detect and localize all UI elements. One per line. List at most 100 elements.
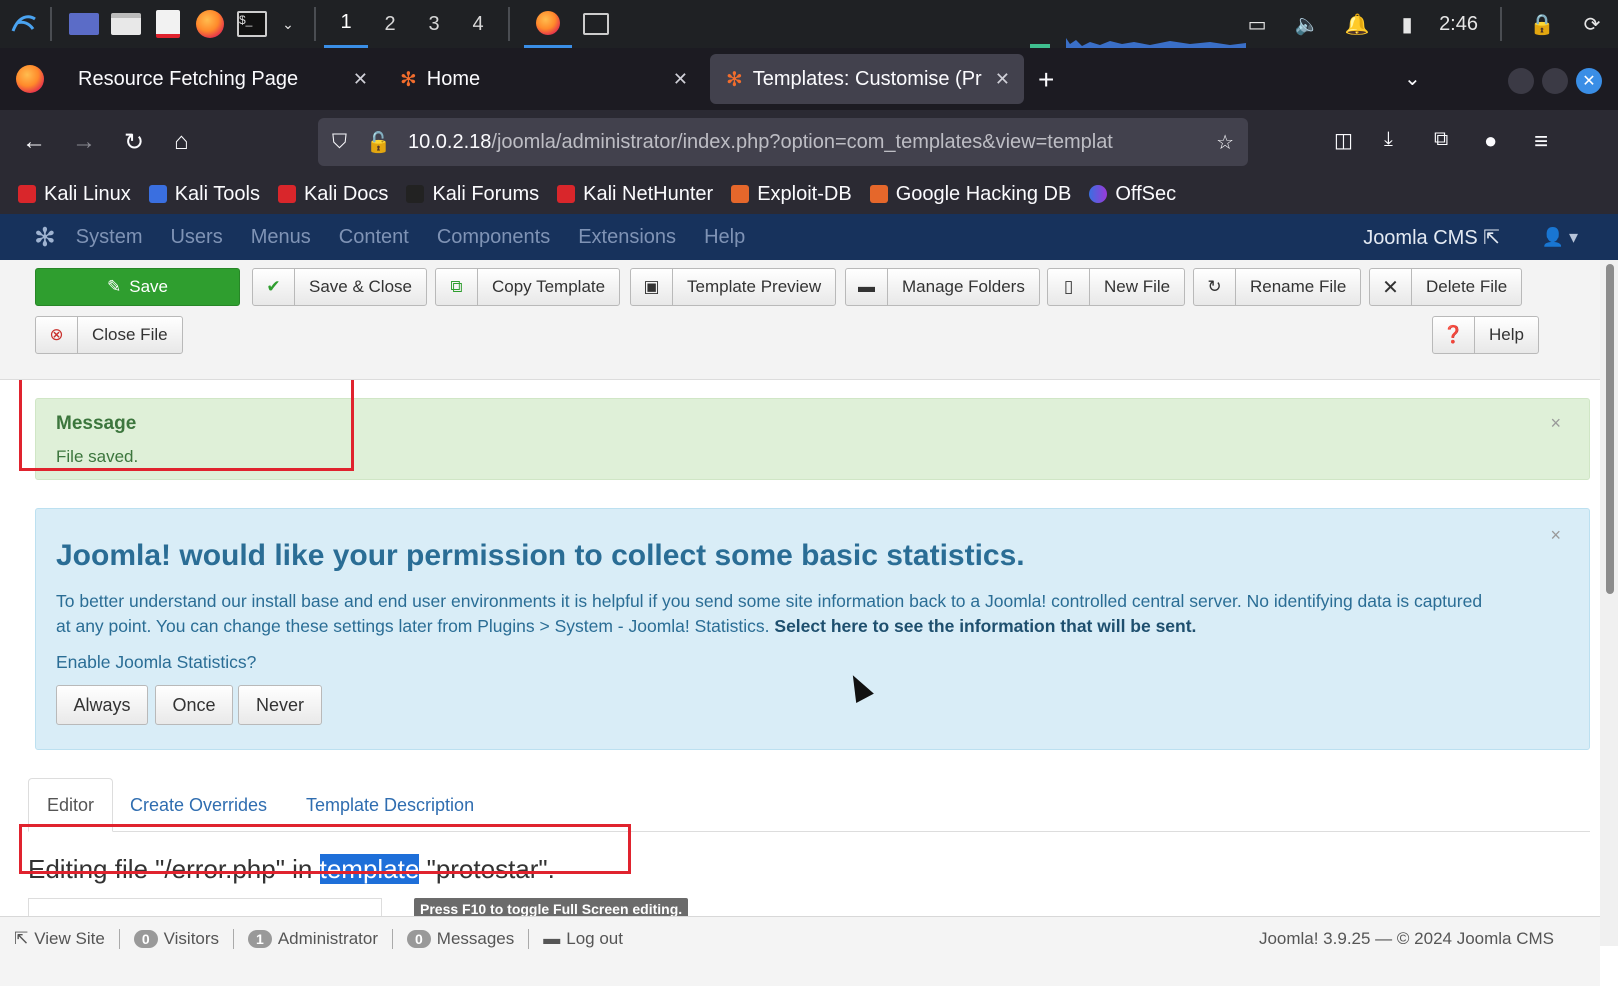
manage-folders-button[interactable]: ▬ Manage Folders [845,268,1040,306]
bookmarks-toolbar: Kali Linux Kali Tools Kali Docs Kali For… [0,174,1618,214]
account-icon[interactable]: ● [1484,128,1497,154]
firefox-icon[interactable] [192,6,228,42]
save-button[interactable]: ✎ Save [35,268,240,306]
statistics-info-link[interactable]: Select here to see the information that … [774,616,1196,636]
help-button[interactable]: ❓ Help [1432,316,1539,354]
back-icon[interactable]: ← [22,128,46,156]
never-button[interactable]: Never [238,685,322,725]
file-manager-icon[interactable] [108,6,144,42]
template-preview-button[interactable]: ▣ Template Preview [630,268,837,306]
separator [233,929,235,949]
insecure-lock-icon[interactable]: 🔓 [366,130,391,155]
lock-icon[interactable]: 🔒 [1524,6,1560,42]
workspace-4[interactable]: 4 [456,0,500,48]
tab-title: Resource Fetching Page [78,67,299,90]
always-button[interactable]: Always [56,685,148,725]
delete-file-button[interactable]: ✕ Delete File [1369,268,1523,306]
display-icon[interactable]: ▭ [1239,6,1275,42]
close-icon[interactable]: ✕ [995,69,1010,90]
menu-components[interactable]: Components [437,226,550,249]
close-icon[interactable]: × [1550,413,1561,434]
admin-count: 1 [248,930,272,948]
menu-system[interactable]: System [76,226,143,249]
star-icon[interactable]: ☆ [1216,130,1234,155]
copy-template-button[interactable]: ⧉ Copy Template [435,268,621,306]
bookmark-kali-nethunter[interactable]: Kali NetHunter [557,183,713,206]
download-icon[interactable]: ⤓ [1384,128,1393,151]
tab-templates[interactable]: ✻ Templates: Customise (Pr ✕ [710,54,1024,104]
menu-content[interactable]: Content [339,226,409,249]
power-icon[interactable]: ⟳ [1574,6,1610,42]
terminal-icon[interactable]: $_ [234,6,270,42]
home-icon[interactable]: ⌂ [174,128,189,156]
bookmark-kali-forums[interactable]: Kali Forums [406,183,539,206]
kali-icon [18,185,36,203]
menu-help[interactable]: Help [704,226,745,249]
url-host: 10.0.2.18 [408,130,492,153]
bookmark-google-hacking-db[interactable]: Google Hacking DB [869,183,1071,206]
bookmark-exploit-db[interactable]: Exploit-DB [731,182,852,206]
firefox-view-icon[interactable] [16,65,44,93]
scrollbar-thumb[interactable] [1606,264,1614,594]
image-icon: ▣ [631,269,673,305]
volume-icon[interactable]: 🔈 [1289,6,1325,42]
terminal-window-icon[interactable] [578,6,614,42]
site-link[interactable]: Joomla CMS ⇱ [1363,225,1500,250]
edit-icon: ✎ [107,277,122,296]
forward-icon[interactable]: → [72,128,96,156]
logout-link[interactable]: ▬ Log out [543,929,623,949]
workspace-1[interactable]: 1 [324,0,368,48]
version-text: Joomla! 3.9.25 [1258,929,1371,948]
menu-users[interactable]: Users [170,226,222,249]
pocket-icon[interactable]: ◫ [1334,128,1353,153]
joomla-favicon-icon: ✻ [400,68,417,91]
bell-icon[interactable]: 🔔 [1339,6,1375,42]
workspace-3[interactable]: 3 [412,0,456,48]
url-text[interactable]: 10.0.2.18/joomla/administrator/index.php… [408,131,1198,154]
chevron-down-icon[interactable]: ⌄ [270,6,306,42]
kali-menu-icon[interactable] [6,6,42,42]
bookmark-kali-docs[interactable]: Kali Docs [277,183,388,206]
menu-icon[interactable]: ≡ [1534,128,1548,156]
close-icon[interactable]: × [1550,525,1561,546]
close-icon[interactable]: ✕ [353,69,368,90]
list-all-tabs-icon[interactable]: ⌄ [1404,66,1421,91]
close-file-button[interactable]: ⊗ Close File [35,316,183,354]
extensions-icon[interactable]: ⧉ [1434,128,1448,151]
save-close-label: Save & Close [309,277,412,296]
admin-indicator[interactable]: 1 Administrator [248,929,378,949]
visitors-indicator[interactable]: 0 Visitors [133,929,219,949]
clock[interactable]: 2:46 [1439,13,1478,36]
bookmark-kali-tools[interactable]: Kali Tools [148,183,260,206]
maximize-button[interactable] [1542,68,1568,94]
view-site-link[interactable]: ⇱ View Site [14,929,105,949]
reload-icon[interactable]: ↻ [124,128,144,157]
save-label: Save [129,277,168,296]
once-button[interactable]: Once [155,685,233,725]
tab-resource-fetching[interactable]: Resource Fetching Page ✕ [62,54,382,104]
menu-menus[interactable]: Menus [251,226,311,249]
rename-file-button[interactable]: ↻ Rename File [1193,268,1362,306]
menu-extensions[interactable]: Extensions [578,226,676,249]
shield-icon[interactable]: ⛉ [332,131,347,154]
firefox-window-icon[interactable] [524,0,572,48]
battery-icon[interactable]: ▮ [1389,6,1425,42]
close-window-button[interactable]: ✕ [1576,68,1602,94]
bookmark-kali-linux[interactable]: Kali Linux [18,183,131,206]
save-close-button[interactable]: ✔ Save & Close [252,268,427,306]
text-editor-icon[interactable] [150,6,186,42]
bookmark-offsec[interactable]: OffSec [1089,183,1176,206]
user-menu-icon[interactable]: 👤 ▾ [1542,227,1578,248]
desktop-icon[interactable] [66,6,102,42]
bookmark-label: Exploit-DB [757,182,852,205]
new-file-button[interactable]: ▯ New File [1047,268,1186,306]
minimize-button[interactable] [1508,68,1534,94]
new-tab-button[interactable]: + [1038,64,1054,96]
messages-indicator[interactable]: 0 Messages [406,929,514,949]
close-icon[interactable]: ✕ [673,69,688,90]
taskbar-separator [50,7,52,41]
tab-home[interactable]: ✻ Home ✕ [384,54,702,104]
workspace-2[interactable]: 2 [368,0,412,48]
url-bar[interactable]: ⛉ 🔓 10.0.2.18/joomla/administrator/index… [318,118,1248,166]
joomla-logo-icon[interactable]: ✻ [34,222,56,253]
